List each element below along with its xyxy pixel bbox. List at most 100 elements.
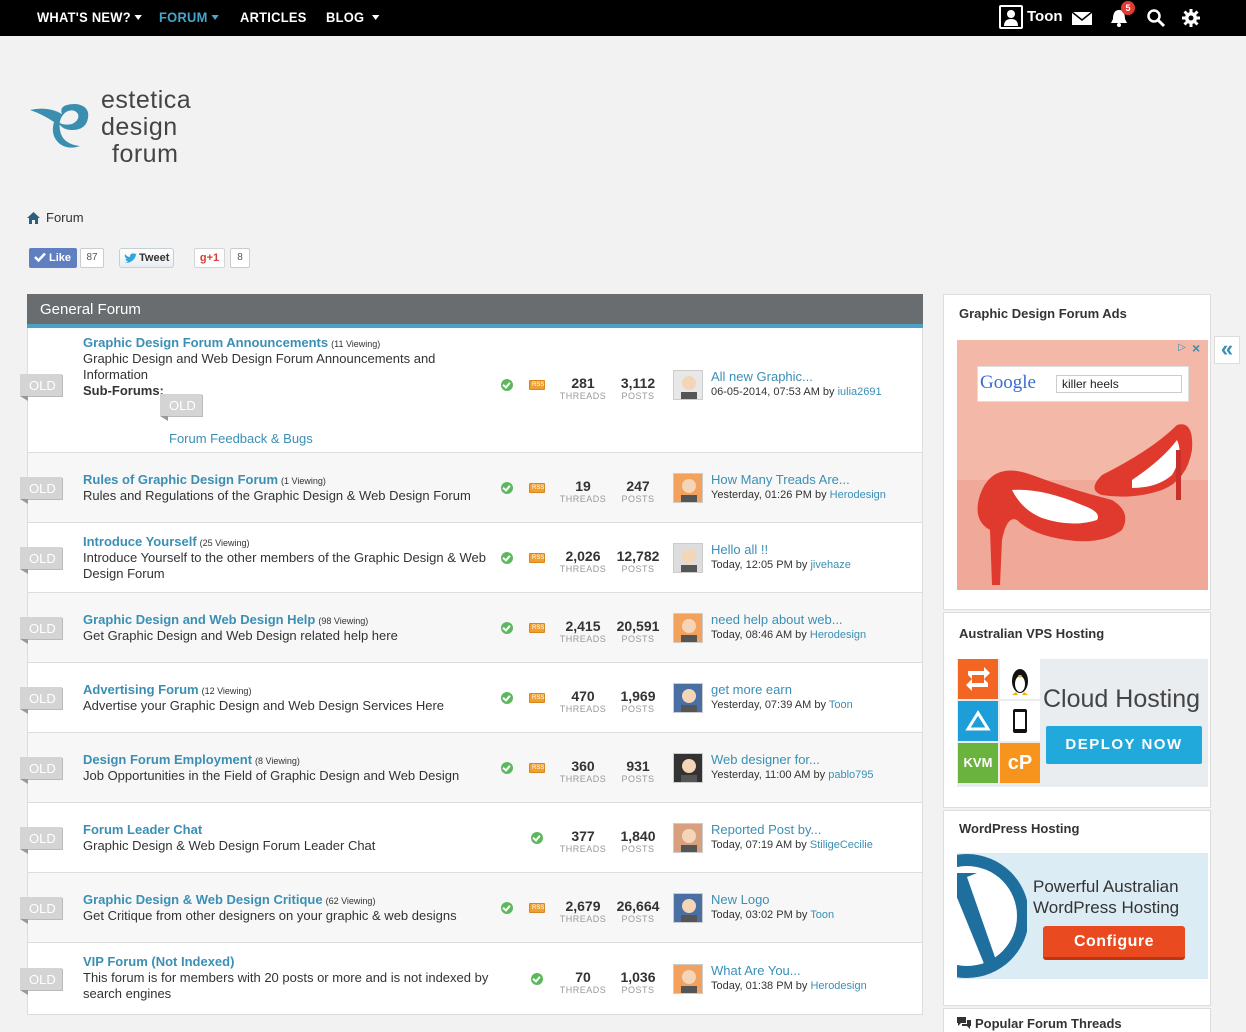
deploy-now-button[interactable]: DEPLOY NOW — [1046, 726, 1202, 764]
avatar[interactable] — [673, 823, 703, 853]
nav-articles[interactable]: ARTICLES — [240, 9, 307, 25]
wordpress-ad[interactable]: Powerful Australian WordPress Hosting Co… — [957, 853, 1208, 979]
last-post-title[interactable]: What Are You... — [711, 963, 801, 978]
avatar[interactable] — [673, 370, 703, 400]
site-logo[interactable]: estetica design forum — [28, 86, 228, 170]
rss-icon[interactable] — [529, 380, 545, 390]
last-post-user[interactable]: pablo795 — [828, 769, 873, 781]
logo-text-line1: estetica — [101, 86, 192, 114]
avatar[interactable] — [673, 543, 703, 573]
forum-row: OLD Graphic Design & Web Design Critique(… — [20, 873, 923, 943]
forum-title[interactable]: Graphic Design and Web Design Help (98 Vi… — [83, 612, 368, 627]
vps-ad[interactable]: KVM cP Cloud Hosting DEPLOY NOW — [957, 659, 1208, 787]
last-post-meta: Today, 07:19 AM by StiligeCecilie — [711, 839, 873, 851]
breadcrumb-forum[interactable]: Forum — [46, 210, 84, 225]
last-post-title[interactable]: get more earn — [711, 682, 792, 697]
ads-title: Graphic Design Forum Ads — [959, 306, 1127, 321]
status-check-icon — [501, 902, 513, 914]
avatar[interactable] — [673, 683, 703, 713]
viewing-count: (62 Viewing) — [325, 896, 376, 906]
posts-stat: 1,969 POSTS — [620, 688, 656, 714]
last-post-user[interactable]: StiligeCecilie — [810, 839, 873, 851]
forum-title[interactable]: Rules of Graphic Design Forum (1 Viewing) — [83, 472, 326, 487]
rss-icon[interactable] — [529, 623, 545, 633]
last-post-user[interactable]: Herodesign — [810, 980, 866, 992]
popular-box: Popular Forum Threads — [943, 1008, 1211, 1032]
old-tag: OLD — [20, 374, 62, 401]
avatar[interactable] — [673, 473, 703, 503]
last-post-user[interactable]: Toon — [810, 909, 834, 921]
avatar[interactable] — [673, 613, 703, 643]
user-icon[interactable] — [999, 5, 1023, 29]
search-icon[interactable] — [1145, 7, 1167, 29]
viewing-count: (11 Viewing) — [331, 339, 381, 349]
last-post-user[interactable]: Herodesign — [830, 489, 886, 501]
rss-icon[interactable] — [529, 763, 545, 773]
status-check-icon — [501, 622, 513, 634]
forum-title[interactable]: Design Forum Employment (8 Viewing) — [83, 752, 300, 767]
forum-row: OLD Graphic Design Forum Announcements (11… — [20, 328, 923, 453]
gear-icon[interactable] — [1180, 7, 1202, 29]
sidebar-collapse-button[interactable]: « — [1214, 336, 1240, 364]
forum-description: This forum is for members with 20 posts … — [83, 970, 489, 1001]
subforum-link[interactable]: Forum Feedback & Bugs — [169, 431, 313, 446]
facebook-like-button[interactable]: Like — [29, 248, 77, 268]
nav-blog[interactable]: BLOG — [326, 9, 380, 25]
nav-whats-new[interactable]: WHAT'S NEW? — [37, 9, 142, 25]
home-icon[interactable] — [27, 212, 40, 224]
google-search-box[interactable]: Google killer heels — [977, 366, 1189, 402]
forum-description: Graphic Design & Web Design Forum Leader… — [83, 838, 376, 853]
last-post-user[interactable]: Herodesign — [810, 629, 866, 641]
wordpress-logo-icon — [957, 854, 1027, 978]
forum-title[interactable]: VIP Forum (Not Indexed) — [83, 954, 237, 969]
old-tag: OLD — [20, 547, 62, 574]
shoe-ad[interactable]: Google killer heels ▷ × — [957, 340, 1208, 590]
google-logo: Google — [980, 372, 1036, 393]
rss-icon[interactable] — [529, 903, 545, 913]
last-post-title[interactable]: Hello all !! — [711, 542, 768, 557]
rss-icon[interactable] — [529, 693, 545, 703]
viewing-count: (12 Viewing) — [201, 686, 252, 696]
user-name[interactable]: Toon — [1027, 8, 1063, 25]
nav-forum[interactable]: FORUM — [159, 9, 219, 25]
last-post-title[interactable]: How Many Treads Are... — [711, 472, 850, 487]
mail-icon[interactable] — [1071, 7, 1093, 29]
forum-title[interactable]: Forum Leader Chat — [83, 822, 205, 837]
chevron-down-icon — [211, 15, 219, 20]
forum-title[interactable]: Graphic Design & Web Design Critique (62 … — [83, 892, 375, 907]
twitter-bird-icon — [124, 253, 137, 263]
forum-title[interactable]: Introduce Yourself (25 Viewing) — [83, 534, 250, 549]
last-post-user[interactable]: iulia2691 — [838, 386, 882, 398]
adchoices-icon[interactable]: ▷ — [1178, 342, 1190, 354]
last-post-title[interactable]: Web designer for... — [711, 752, 820, 767]
last-post-user[interactable]: jivehaze — [810, 559, 850, 571]
forum-description: Introduce Yourself to the other members … — [83, 550, 486, 581]
wordpress-box: WordPress Hosting Powerful Australian Wo… — [943, 810, 1211, 1006]
old-tag: OLD — [20, 477, 62, 504]
popular-title: Popular Forum Threads — [975, 1016, 1122, 1031]
rss-icon[interactable] — [529, 553, 545, 563]
avatar[interactable] — [673, 893, 703, 923]
threads-stat: 2,415 THREADS — [559, 618, 607, 644]
forum-description: Get Graphic Design and Web Design relate… — [83, 628, 398, 643]
last-post-title[interactable]: New Logo — [711, 892, 770, 907]
forum-title[interactable]: Advertising Forum (12 Viewing) — [83, 682, 251, 697]
retweet-tile-icon — [958, 659, 998, 699]
google-plus-button[interactable]: g+1 — [194, 248, 225, 268]
viewing-count: (8 Viewing) — [255, 756, 300, 766]
tweet-button[interactable]: Tweet — [119, 248, 174, 268]
avatar[interactable] — [673, 964, 703, 994]
ad-search-input[interactable]: killer heels — [1056, 375, 1182, 393]
last-post-user[interactable]: Toon — [829, 699, 853, 711]
last-post-title[interactable]: Reported Post by... — [711, 822, 821, 837]
avatar[interactable] — [673, 753, 703, 783]
threads-stat: 2,679 THREADS — [559, 898, 607, 924]
close-icon[interactable]: × — [1192, 340, 1206, 356]
ads-box: Graphic Design Forum Ads Google killer h… — [943, 294, 1211, 610]
forum-title[interactable]: Graphic Design Forum Announcements (11 Vi… — [83, 335, 380, 350]
last-post-meta: Today, 03:02 PM by Toon — [711, 909, 835, 921]
last-post-title[interactable]: need help about web... — [711, 612, 843, 627]
configure-button[interactable]: Configure — [1043, 926, 1185, 960]
last-post-title[interactable]: All new Graphic... — [711, 369, 813, 384]
rss-icon[interactable] — [529, 483, 545, 493]
